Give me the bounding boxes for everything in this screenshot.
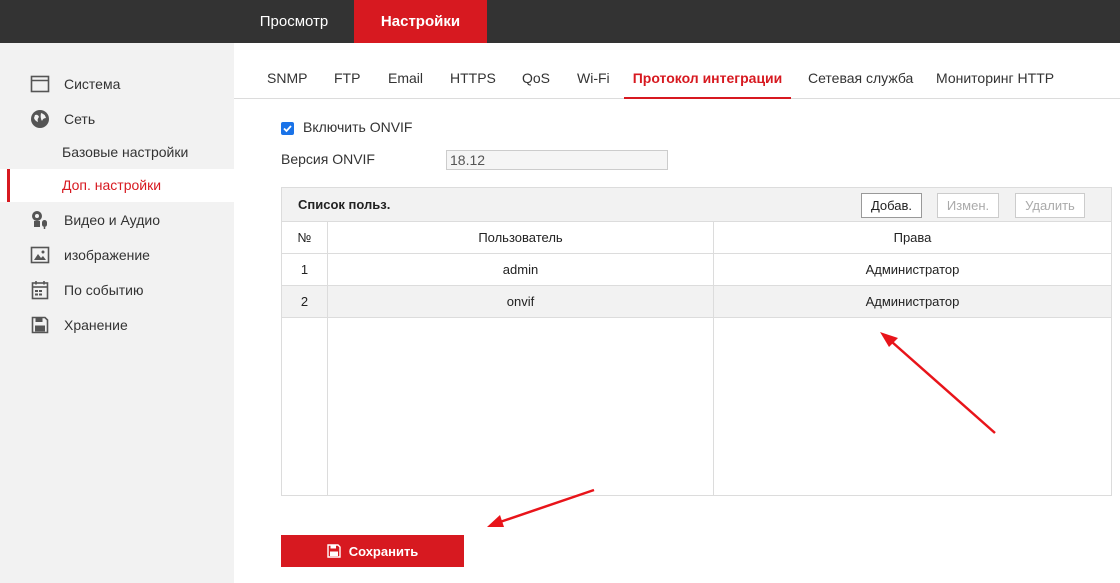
user-table: № Пользователь Права 1 admin Администрат…: [282, 222, 1111, 495]
sidebar-item-label: Сеть: [64, 110, 96, 127]
cell-number: 1: [300, 262, 309, 277]
check-icon: [283, 125, 292, 133]
tab-snmp[interactable]: SNMP: [267, 43, 307, 99]
column-header-user: Пользователь: [478, 230, 563, 245]
user-list-header: Список польз. Добав. Измен. Удалить: [282, 188, 1111, 222]
monitor-icon: [30, 74, 50, 94]
cell-rights: Администратор: [865, 262, 960, 277]
enable-onvif-checkbox[interactable]: [281, 122, 294, 135]
nav-settings[interactable]: Настройки: [354, 0, 487, 43]
sidebar-item-video-audio[interactable]: Видео и Аудио: [0, 203, 234, 236]
column-header-rights: Права: [893, 230, 932, 245]
onvif-version-field: [446, 150, 668, 170]
sidebar-subitem-advanced[interactable]: Доп. настройки: [0, 169, 234, 202]
table-row[interactable]: 1 admin Администратор: [282, 254, 1111, 286]
camera-mic-icon: [30, 210, 50, 230]
tab-ftp[interactable]: FTP: [334, 43, 360, 99]
sidebar-item-system[interactable]: Система: [0, 67, 234, 100]
tab-https[interactable]: HTTPS: [450, 43, 496, 99]
cell-rights: Администратор: [865, 294, 960, 309]
sidebar-item-label: изображение: [64, 246, 150, 263]
sidebar-item-label: Хранение: [64, 316, 128, 333]
sidebar-item-network[interactable]: Сеть: [0, 102, 234, 135]
sidebar-item-label: Видео и Аудио: [64, 211, 160, 228]
image-icon: [30, 245, 50, 265]
edit-user-button[interactable]: Измен.: [937, 193, 999, 218]
sidebar-subitem-label: Доп. настройки: [62, 177, 162, 193]
cell-user: admin: [502, 262, 539, 277]
cell-user: onvif: [506, 294, 535, 309]
table-header-row: № Пользователь Права: [282, 222, 1111, 254]
floppy-icon: [30, 315, 50, 335]
save-button-label: Сохранить: [348, 543, 419, 559]
globe-icon: [30, 109, 50, 129]
add-user-button[interactable]: Добав.: [861, 193, 922, 218]
tab-http-monitoring[interactable]: Мониторинг HTTP: [936, 43, 1054, 99]
user-list-title: Список польз.: [298, 197, 391, 212]
sidebar-item-storage[interactable]: Хранение: [0, 308, 234, 341]
tab-wifi[interactable]: Wi-Fi: [577, 43, 610, 99]
column-header-number: №: [297, 230, 312, 245]
sidebar-subitem-label: Базовые настройки: [62, 144, 189, 160]
delete-user-button[interactable]: Удалить: [1015, 193, 1085, 218]
column-divider: [327, 222, 328, 495]
save-button[interactable]: Сохранить: [281, 535, 464, 567]
settings-tabs: SNMP FTP Email HTTPS QoS Wi-Fi Протокол …: [234, 43, 1120, 99]
sidebar-item-event[interactable]: По событию: [0, 273, 234, 306]
calendar-icon: [30, 280, 50, 300]
tab-email[interactable]: Email: [388, 43, 423, 99]
table-row[interactable]: 2 onvif Администратор: [282, 286, 1111, 318]
nav-preview[interactable]: Просмотр: [234, 0, 354, 43]
sidebar-item-label: По событию: [64, 281, 144, 298]
user-list-panel: Список польз. Добав. Измен. Удалить № По…: [281, 187, 1112, 496]
tab-network-service[interactable]: Сетевая служба: [808, 43, 913, 99]
cell-number: 2: [300, 294, 309, 309]
tab-integration-protocol[interactable]: Протокол интеграции: [624, 43, 791, 99]
top-bar: Просмотр Настройки: [0, 0, 1120, 43]
floppy-icon: [326, 544, 341, 558]
sidebar-item-image[interactable]: изображение: [0, 238, 234, 271]
column-divider: [713, 222, 714, 495]
onvif-version-label: Версия ONVIF: [281, 151, 375, 167]
sidebar-subitem-basic[interactable]: Базовые настройки: [0, 136, 234, 169]
sidebar-item-label: Система: [64, 75, 121, 92]
enable-onvif-label: Включить ONVIF: [303, 119, 413, 135]
tab-qos[interactable]: QoS: [522, 43, 550, 99]
